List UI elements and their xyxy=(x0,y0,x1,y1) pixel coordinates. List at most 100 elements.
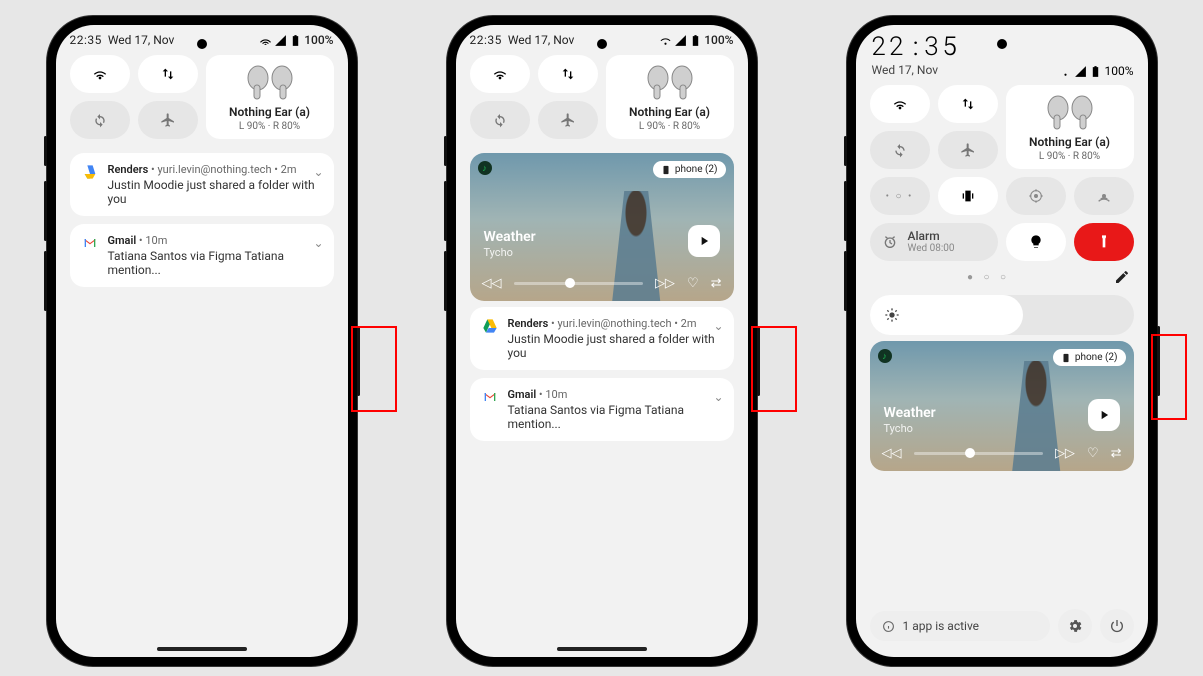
media-player[interactable]: ♪ phone (2) Weather Tycho ◁◁ ▷▷ ♡ ⇄ xyxy=(870,341,1134,471)
earbuds-name: Nothing Ear (а) xyxy=(1029,135,1110,149)
info-icon xyxy=(882,620,895,633)
status-date: Wed 17, Nov xyxy=(108,33,175,47)
heart-icon[interactable]: ♡ xyxy=(687,276,699,291)
settings-button[interactable] xyxy=(1058,609,1092,643)
earbuds-tile[interactable]: Nothing Ear (а) L 90% · R 80% xyxy=(1006,85,1134,169)
airplane-icon xyxy=(960,142,976,158)
gmail-icon xyxy=(482,389,498,405)
brightness-slider[interactable] xyxy=(870,295,1134,335)
autorotate-tile[interactable] xyxy=(870,131,930,169)
airplane-icon xyxy=(560,112,576,128)
earbuds-levels: L 90% · R 80% xyxy=(639,121,700,132)
signal-status-icon xyxy=(1074,65,1087,78)
chevron-down-icon[interactable]: ⌄ xyxy=(713,390,723,404)
status-time: 22:35 xyxy=(470,33,502,47)
notification-gmail[interactable]: Gmail • 10m Tatiana Santos via Figma Tat… xyxy=(70,224,334,287)
vibrate-tile[interactable] xyxy=(938,177,998,215)
nav-bar[interactable] xyxy=(557,647,647,651)
notification-gmail[interactable]: Gmail • 10m Tatiana Santos via Figma Tat… xyxy=(470,378,734,441)
brightness-icon xyxy=(884,307,900,323)
wifi-tile[interactable] xyxy=(70,55,130,93)
location-tile[interactable] xyxy=(1006,177,1066,215)
gmail-icon xyxy=(82,235,98,251)
data-tile[interactable] xyxy=(138,55,198,93)
autorotate-tile[interactable] xyxy=(470,101,530,139)
camera-notch xyxy=(197,39,207,49)
earbuds-tile[interactable]: Nothing Ear (а) L 90% · R 80% xyxy=(206,55,334,139)
nightlight-tile[interactable] xyxy=(1006,223,1066,261)
notification-list: Renders • yuri.levin@nothing.tech • 2m J… xyxy=(56,147,348,293)
camera-notch xyxy=(997,39,1007,49)
phone-device-icon xyxy=(661,165,671,175)
phone-device-icon xyxy=(1061,353,1071,363)
chevron-down-icon[interactable]: ⌄ xyxy=(713,319,723,333)
earbuds-name: Nothing Ear (а) xyxy=(229,105,310,119)
status-battery: 100% xyxy=(704,33,733,47)
nav-bar[interactable] xyxy=(157,647,247,651)
notif-meta: yuri.levin@nothing.tech • 2m xyxy=(157,163,296,176)
next-button[interactable]: ▷▷ xyxy=(1055,446,1075,461)
quick-settings: Nothing Ear (а) L 90% · R 80% xyxy=(56,49,348,147)
active-apps-label: 1 app is active xyxy=(903,619,980,633)
earbuds-image xyxy=(230,63,310,103)
notif-body: Justin Moodie just shared a folder with … xyxy=(108,178,322,206)
notif-body: Tatiana Santos via Figma Tatiana mention… xyxy=(508,403,722,431)
quick-settings: Nothing Ear (а) L 90% · R 80% xyxy=(456,49,748,147)
signal-status-icon xyxy=(674,34,687,47)
annotation-box-3 xyxy=(1151,334,1187,420)
airplane-tile[interactable] xyxy=(938,131,998,169)
notification-renders[interactable]: Renders • yuri.levin@nothing.tech • 2m J… xyxy=(470,307,734,370)
autorotate-icon xyxy=(92,112,108,128)
location-icon xyxy=(1028,188,1044,204)
hotspot-tile[interactable] xyxy=(1074,177,1134,215)
progress-bar[interactable] xyxy=(914,452,1043,455)
status-date: Wed 17, Nov xyxy=(508,33,575,47)
status-battery: 100% xyxy=(304,33,333,47)
drive-icon xyxy=(82,164,98,180)
wifi-tile[interactable] xyxy=(870,85,930,123)
earbuds-tile[interactable]: Nothing Ear (а) L 90% · R 80% xyxy=(606,55,734,139)
swap-icon xyxy=(560,66,576,82)
heart-icon[interactable]: ♡ xyxy=(1087,446,1099,461)
prev-button[interactable]: ◁◁ xyxy=(482,276,502,291)
annotation-box-1 xyxy=(351,326,397,412)
wifi-icon xyxy=(492,66,508,82)
chevron-down-icon[interactable]: ⌄ xyxy=(313,236,323,250)
media-player[interactable]: ♪ phone (2) Weather Tycho ◁◁ ▷▷ ♡ ⇄ xyxy=(470,153,734,301)
shuffle-icon[interactable]: ⇄ xyxy=(711,276,722,291)
data-tile[interactable] xyxy=(538,55,598,93)
prev-button[interactable]: ◁◁ xyxy=(882,446,902,461)
notif-app: Renders xyxy=(508,317,549,330)
active-apps-pill[interactable]: 1 app is active xyxy=(870,611,1050,641)
device-label: phone (2) xyxy=(675,164,718,175)
earbuds-levels: L 90% · R 80% xyxy=(239,121,300,132)
media-artist: Tycho xyxy=(884,422,913,435)
shuffle-icon[interactable]: ⇄ xyxy=(1111,446,1122,461)
power-button[interactable] xyxy=(1100,609,1134,643)
notification-renders[interactable]: Renders • yuri.levin@nothing.tech • 2m J… xyxy=(70,153,334,216)
media-title: Weather xyxy=(884,405,936,421)
progress-bar[interactable] xyxy=(514,282,643,285)
output-device-pill[interactable]: phone (2) xyxy=(1053,349,1126,366)
data-tile[interactable] xyxy=(938,85,998,123)
play-button[interactable] xyxy=(1088,399,1120,431)
wifi-tile[interactable] xyxy=(470,55,530,93)
notif-app: Gmail xyxy=(508,388,537,401)
alarm-tile[interactable]: AlarmWed 08:00 xyxy=(870,223,998,261)
play-button[interactable] xyxy=(688,225,720,257)
next-button[interactable]: ▷▷ xyxy=(655,276,675,291)
airplane-tile[interactable] xyxy=(138,101,198,139)
output-device-pill[interactable]: phone (2) xyxy=(653,161,726,178)
hotspot-icon xyxy=(1096,188,1112,204)
autorotate-tile[interactable] xyxy=(70,101,130,139)
media-title: Weather xyxy=(484,229,536,245)
notif-body: Tatiana Santos via Figma Tatiana mention… xyxy=(108,249,322,277)
dnd-tile[interactable]: • ○ • xyxy=(870,177,930,215)
chevron-down-icon[interactable]: ⌄ xyxy=(313,165,323,179)
airplane-tile[interactable] xyxy=(538,101,598,139)
media-artist: Tycho xyxy=(484,246,513,259)
flashlight-tile[interactable] xyxy=(1074,223,1134,261)
wifi-icon xyxy=(92,66,108,82)
wifi-icon xyxy=(892,96,908,112)
edit-icon[interactable] xyxy=(1114,269,1130,285)
